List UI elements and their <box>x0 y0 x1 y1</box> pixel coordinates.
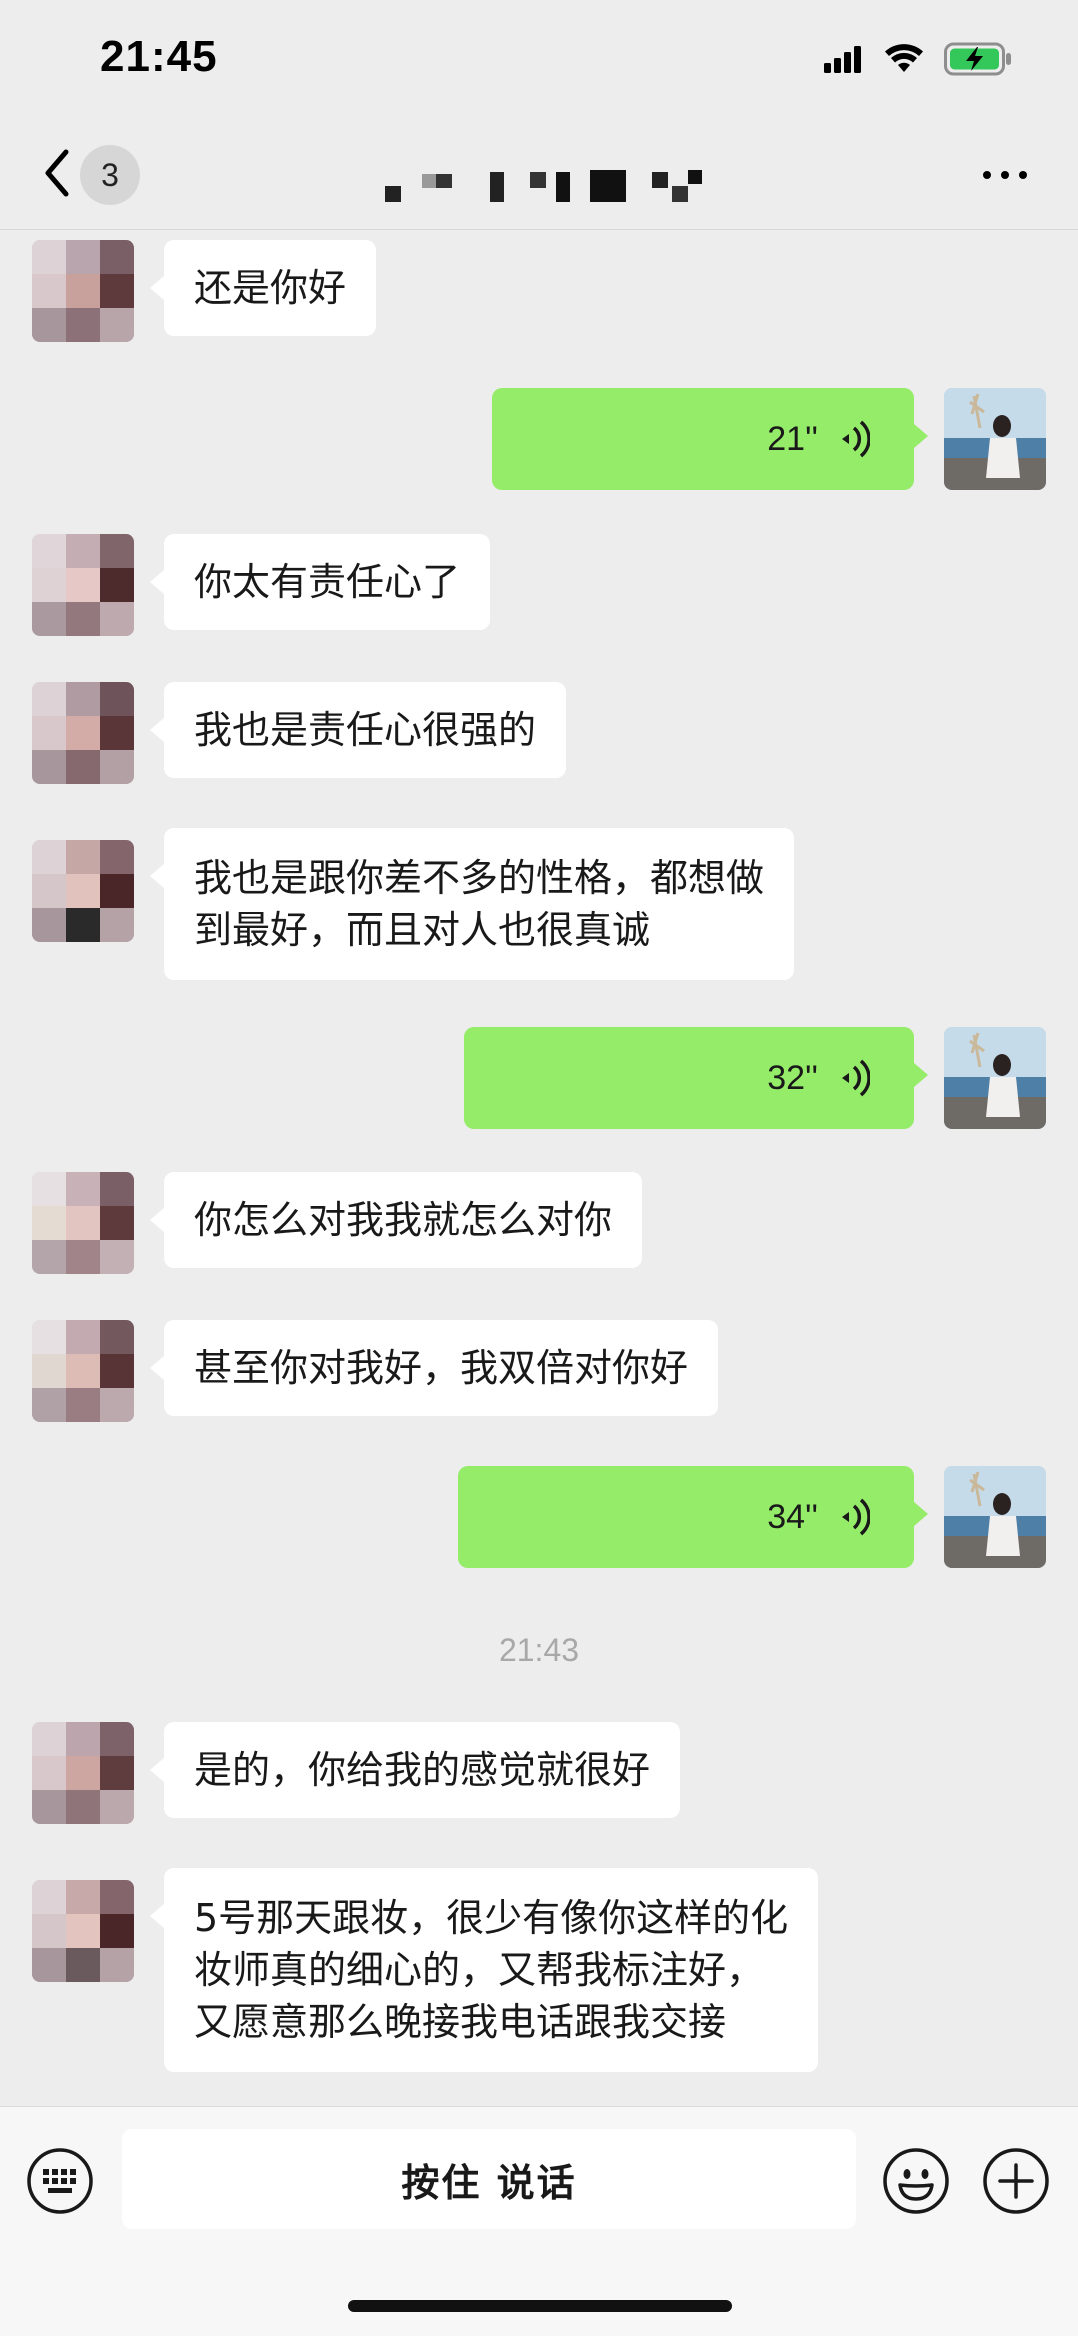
chat-timestamp: 21:43 <box>498 1632 580 1668</box>
message-text-line: 又愿意那么晚接我电话跟我交接 <box>194 2000 727 2044</box>
outgoing-voice-message[interactable]: 21'' <box>492 388 928 490</box>
outgoing-voice-message[interactable]: 34'' <box>458 1466 928 1568</box>
incoming-message[interactable]: 甚至你对我好，我双倍对你好 <box>149 1320 719 1416</box>
hold-to-talk-button[interactable]: 按住 说话 <box>122 2129 856 2229</box>
status-time: 21:45 <box>100 32 218 81</box>
keyboard-icon[interactable] <box>26 2147 94 2215</box>
back-chevron-icon[interactable] <box>40 148 80 198</box>
contact-avatar[interactable] <box>32 840 134 942</box>
incoming-message[interactable]: 我也是责任心很强的 <box>149 682 567 778</box>
incoming-message[interactable]: 5号那天跟妆，很少有像你这样的化 妆师真的细心的，又帮我标注好， 又愿意那么晚接… <box>149 1868 819 2072</box>
message-row: 21'' <box>0 388 1078 492</box>
voice-duration: 21'' <box>767 419 818 458</box>
my-avatar[interactable] <box>944 388 1046 490</box>
message-row: 32'' <box>0 1027 1078 1131</box>
message-text: 我也是责任心很强的 <box>194 708 537 752</box>
contact-avatar[interactable] <box>32 1722 134 1824</box>
outgoing-voice-message[interactable]: 32'' <box>464 1027 928 1129</box>
message-text: 是的，你给我的感觉就很好 <box>194 1748 651 1792</box>
message-text: 你太有责任心了 <box>194 560 461 604</box>
message-row: 是的，你给我的感觉就很好 <box>0 1722 1078 1832</box>
voice-wave-icon <box>842 1059 870 1097</box>
status-icons <box>824 42 1014 76</box>
message-row: 甚至你对我好，我双倍对你好 <box>0 1320 1078 1430</box>
voice-wave-icon <box>842 420 870 458</box>
message-row: 还是你好 <box>0 240 1078 350</box>
battery-charging-icon <box>944 42 1011 76</box>
message-text-line: 我也是跟你差不多的性格，都想做 <box>194 856 765 900</box>
signal-icon <box>824 46 861 73</box>
contact-avatar[interactable] <box>32 1172 134 1274</box>
nav-divider <box>0 229 1078 230</box>
message-row: 你太有责任心了 <box>0 534 1078 644</box>
message-text-line: 到最好，而且对人也很真诚 <box>194 908 651 952</box>
incoming-message[interactable]: 还是你好 <box>149 240 377 336</box>
message-row: 我也是责任心很强的 <box>0 682 1078 792</box>
contact-avatar[interactable] <box>32 1320 134 1422</box>
message-text: 你怎么对我我就怎么对你 <box>194 1198 613 1242</box>
incoming-message[interactable]: 你怎么对我我就怎么对你 <box>149 1172 643 1268</box>
chat-title-redacted <box>385 170 702 202</box>
wifi-icon <box>885 44 923 72</box>
status-bar: 21:45 <box>0 0 1078 120</box>
message-row: 5号那天跟妆，很少有像你这样的化 妆师真的细心的，又帮我标注好， 又愿意那么晚接… <box>0 1868 1078 2078</box>
my-avatar[interactable] <box>944 1027 1046 1129</box>
home-indicator <box>348 2300 732 2312</box>
emoji-icon[interactable] <box>882 2147 950 2215</box>
nav-bar: 3 <box>0 120 1078 230</box>
plus-icon[interactable] <box>982 2147 1050 2215</box>
message-row: 你怎么对我我就怎么对你 <box>0 1172 1078 1282</box>
message-text: 甚至你对我好，我双倍对你好 <box>194 1346 689 1390</box>
voice-duration: 34'' <box>767 1497 818 1536</box>
my-avatar[interactable] <box>944 1466 1046 1568</box>
message-text-line: 妆师真的细心的，又帮我标注好， <box>194 1948 765 1992</box>
message-text: 还是你好 <box>194 266 347 310</box>
contact-avatar[interactable] <box>32 1880 134 1982</box>
message-row: 34'' <box>0 1466 1078 1570</box>
incoming-message[interactable]: 我也是跟你差不多的性格，都想做 到最好，而且对人也很真诚 <box>149 828 795 980</box>
message-row: 我也是跟你差不多的性格，都想做 到最好，而且对人也很真诚 <box>0 828 1078 984</box>
voice-duration: 32'' <box>767 1058 818 1097</box>
voice-wave-icon <box>842 1498 870 1536</box>
message-text-line: 5号那天跟妆，很少有像你这样的化 <box>194 1896 789 1940</box>
contact-avatar[interactable] <box>32 240 134 342</box>
incoming-message[interactable]: 你太有责任心了 <box>149 534 491 630</box>
contact-avatar[interactable] <box>32 534 134 636</box>
chat-screen: 21:45 3 还是你好 21'' 你太有责任心了 我也是责任心很强的 我也是跟… <box>0 0 1078 2336</box>
incoming-message[interactable]: 是的，你给我的感觉就很好 <box>149 1722 681 1818</box>
unread-count-badge[interactable]: 3 <box>80 145 140 205</box>
more-dots-icon[interactable] <box>980 160 1030 190</box>
contact-avatar[interactable] <box>32 682 134 784</box>
